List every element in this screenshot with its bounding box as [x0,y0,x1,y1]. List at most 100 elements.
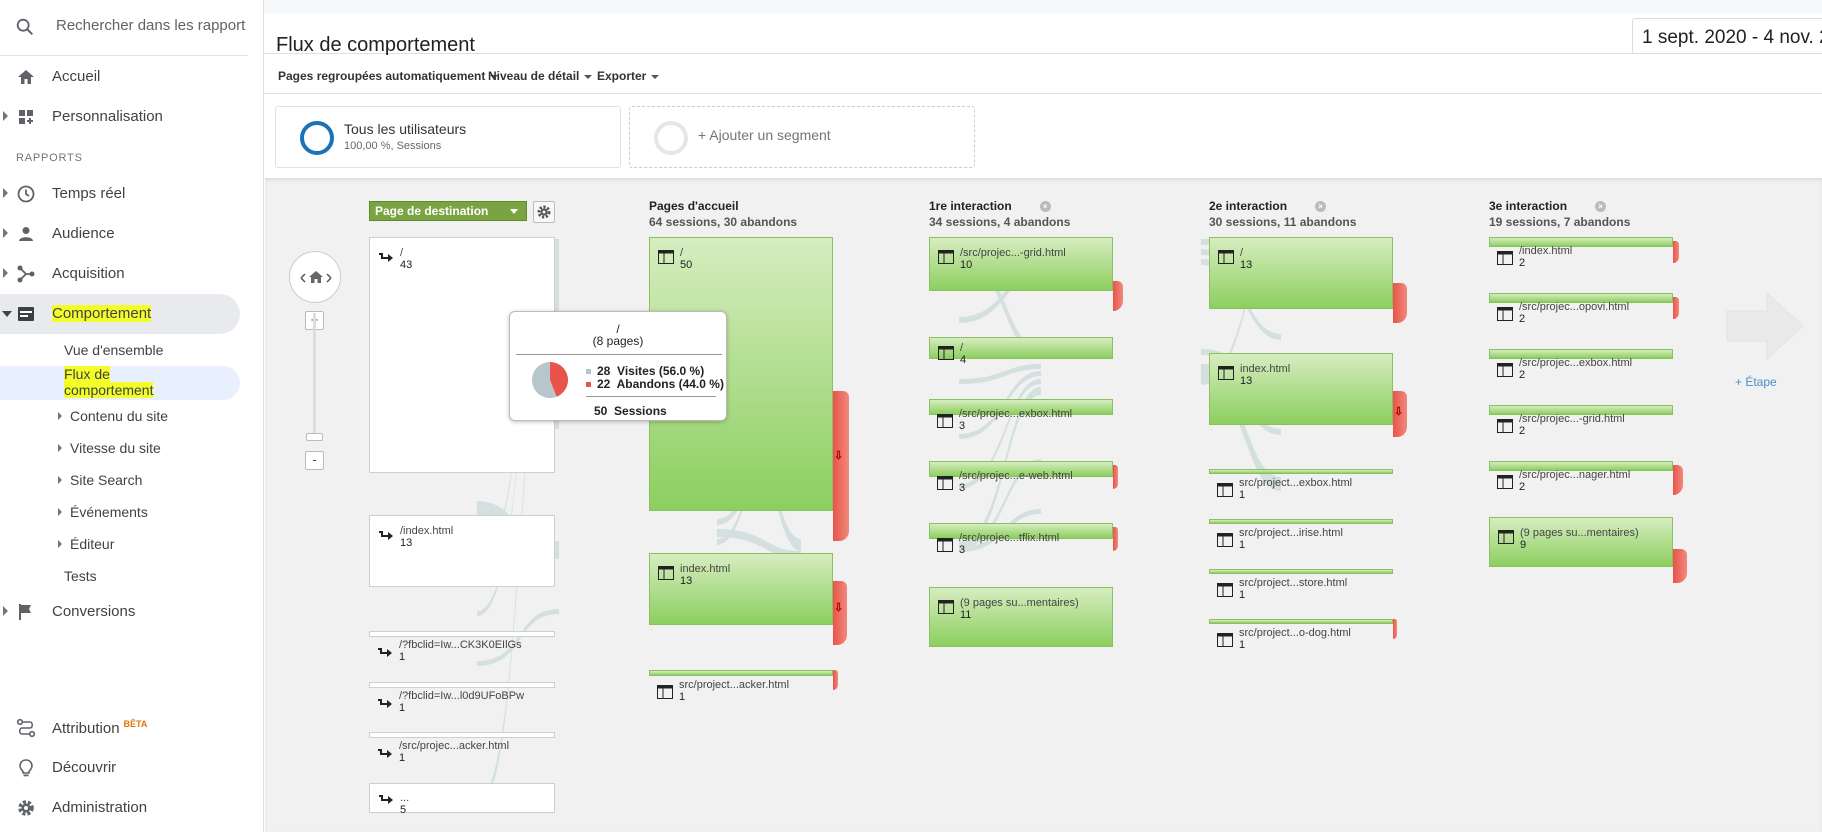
nav-acquisition[interactable]: Acquisition [0,254,240,294]
step1-node[interactable]: /src/projec...-grid.html 10 [929,237,1113,291]
node-value: 1 [399,702,406,714]
page-icon [937,476,953,490]
remove-step-icon[interactable]: × [1595,201,1607,213]
nav-realtime[interactable]: Temps réel [0,174,240,214]
node-label: /src/projec...opovi.html 2 [1519,301,1629,325]
tooltip-sessions-label: Sessions [614,404,667,418]
landing-node[interactable]: index.html 13 [649,553,833,625]
page-icon [938,600,954,614]
source-node[interactable] [369,732,555,738]
add-step-link[interactable]: + Étape [1735,375,1777,389]
source-node[interactable] [369,682,555,688]
nav-behavior[interactable]: Comportement [0,294,240,334]
add-step-arrow-icon[interactable] [1725,291,1805,361]
nav-customization[interactable]: Personnalisation [0,97,240,137]
dropoff-bar[interactable] [1393,619,1397,639]
expand-icon [58,540,62,548]
report-header: Flux de comportement [264,14,1822,56]
node-label: index.html 13 [680,563,730,587]
dropoff-bar[interactable]: ⇩ [833,581,847,645]
nav-audience[interactable]: Audience [0,214,240,254]
source-node[interactable]: ... 5 [369,783,555,816]
page-icon [1497,475,1513,489]
add-segment-label: + Ajouter un segment [698,127,831,143]
grouping-dropdown[interactable]: Pages regroupées automatiquement [278,69,498,83]
dropoff-bar[interactable] [1113,465,1118,489]
node-value: 2 [1519,369,1526,381]
step2-node[interactable]: index.html 13 [1209,353,1393,425]
column-title-text: 2e interaction [1209,199,1288,213]
step1-node[interactable]: (9 pages su...mentaires) 11 [929,587,1113,647]
flow-canvas[interactable]: Page de destination + - Pages d'accueil … [265,178,1822,832]
column-header-step1: 1re interaction × 34 sessions, 4 abandons [929,199,1070,229]
segment-all-users[interactable]: Tous les utilisateurs 100,00 %, Sessions [275,106,621,168]
nav-behavior-flow[interactable]: Flux de comportement [64,366,154,398]
nav-site-content[interactable]: Contenu du site [70,408,168,424]
add-segment-button[interactable]: + Ajouter un segment [629,106,975,168]
expand-icon [3,228,8,238]
remove-step-icon[interactable]: × [1039,201,1051,213]
detail-level-dropdown[interactable]: Niveau de détail [488,69,592,83]
tooltip-sessions: 50 Sessions [594,404,667,418]
step1-node[interactable]: /4 [929,337,1113,366]
column-title: Pages d'accueil [649,199,739,213]
step2-node[interactable] [1209,469,1393,474]
remove-step-icon[interactable]: × [1315,201,1327,213]
node-value: 2 [1519,481,1526,493]
dropoff-bar[interactable]: ⇩ [833,391,849,541]
source-node[interactable]: /index.html 13 [369,515,555,587]
nav-discover[interactable]: Découvrir [0,748,240,788]
nav-site-speed[interactable]: Vitesse du site [70,440,161,456]
column-title-text: 1re interaction [929,199,1012,213]
node-value: 3 [959,420,966,432]
zoom-slider-handle[interactable] [306,433,323,441]
step2-node[interactable] [1209,519,1393,524]
search-input[interactable]: Rechercher dans les rapport [56,17,245,34]
dropoff-bar[interactable]: ⇩ [1393,391,1407,437]
date-range-picker[interactable]: 1 sept. 2020 - 4 nov. 2020 [1632,18,1822,54]
export-dropdown[interactable]: Exporter [597,69,659,83]
nav-home[interactable]: Accueil [0,57,240,97]
dropoff-bar[interactable] [1673,549,1687,583]
nav-behavior-overview[interactable]: Vue d'ensemble [64,342,163,358]
node-name: src/project...irise.html [1239,527,1343,539]
settings-button[interactable] [533,201,555,223]
dropoff-bar[interactable] [1673,297,1679,319]
nav-events[interactable]: Événements [70,504,148,520]
node-label: /50 [680,247,692,271]
node-name: / [960,342,964,354]
nav-conversions[interactable]: Conversions [0,592,240,632]
home-icon [18,70,34,84]
tooltip-pie-chart [532,362,568,398]
step2-node[interactable] [1209,569,1393,574]
page-icon [938,346,954,360]
zoom-out-button[interactable]: - [305,451,324,470]
column-title: 2e interaction × [1209,199,1356,213]
node-value: 13 [680,575,693,587]
node-name: /src/projec...-grid.html [1519,413,1625,425]
dropoff-bar[interactable] [833,670,838,690]
node-label: ... 5 [400,792,409,816]
nav-attribution[interactable]: Attribution BÊTA [0,708,240,748]
dimension-dropdown[interactable]: Page de destination [369,201,527,221]
node-label: /13 [1240,247,1252,271]
search-box[interactable]: Rechercher dans les rapport [0,0,248,56]
node-name: (9 pages su...mentaires) [960,597,1079,609]
nav-publisher[interactable]: Éditeur [70,536,114,552]
dropoff-bar[interactable] [1393,283,1407,323]
nav-site-search[interactable]: Site Search [70,472,142,488]
source-node[interactable] [369,631,555,637]
clock-icon [17,185,35,203]
pan-control[interactable] [289,251,341,303]
dropoff-bar[interactable] [1673,241,1679,263]
landing-node[interactable] [649,670,833,676]
nav-experiments[interactable]: Tests [64,568,97,584]
step3-node[interactable] [1489,237,1673,247]
dropoff-bar[interactable] [1113,527,1118,551]
step2-node[interactable]: /13 [1209,237,1393,309]
step3-node[interactable]: (9 pages su...mentaires) 9 [1489,517,1673,567]
nav-realtime-label: Temps réel [52,185,126,202]
node-name: /src/projec...tflix.html [959,532,1060,544]
nav-admin[interactable]: Administration [0,788,240,828]
step2-node[interactable] [1209,619,1393,624]
